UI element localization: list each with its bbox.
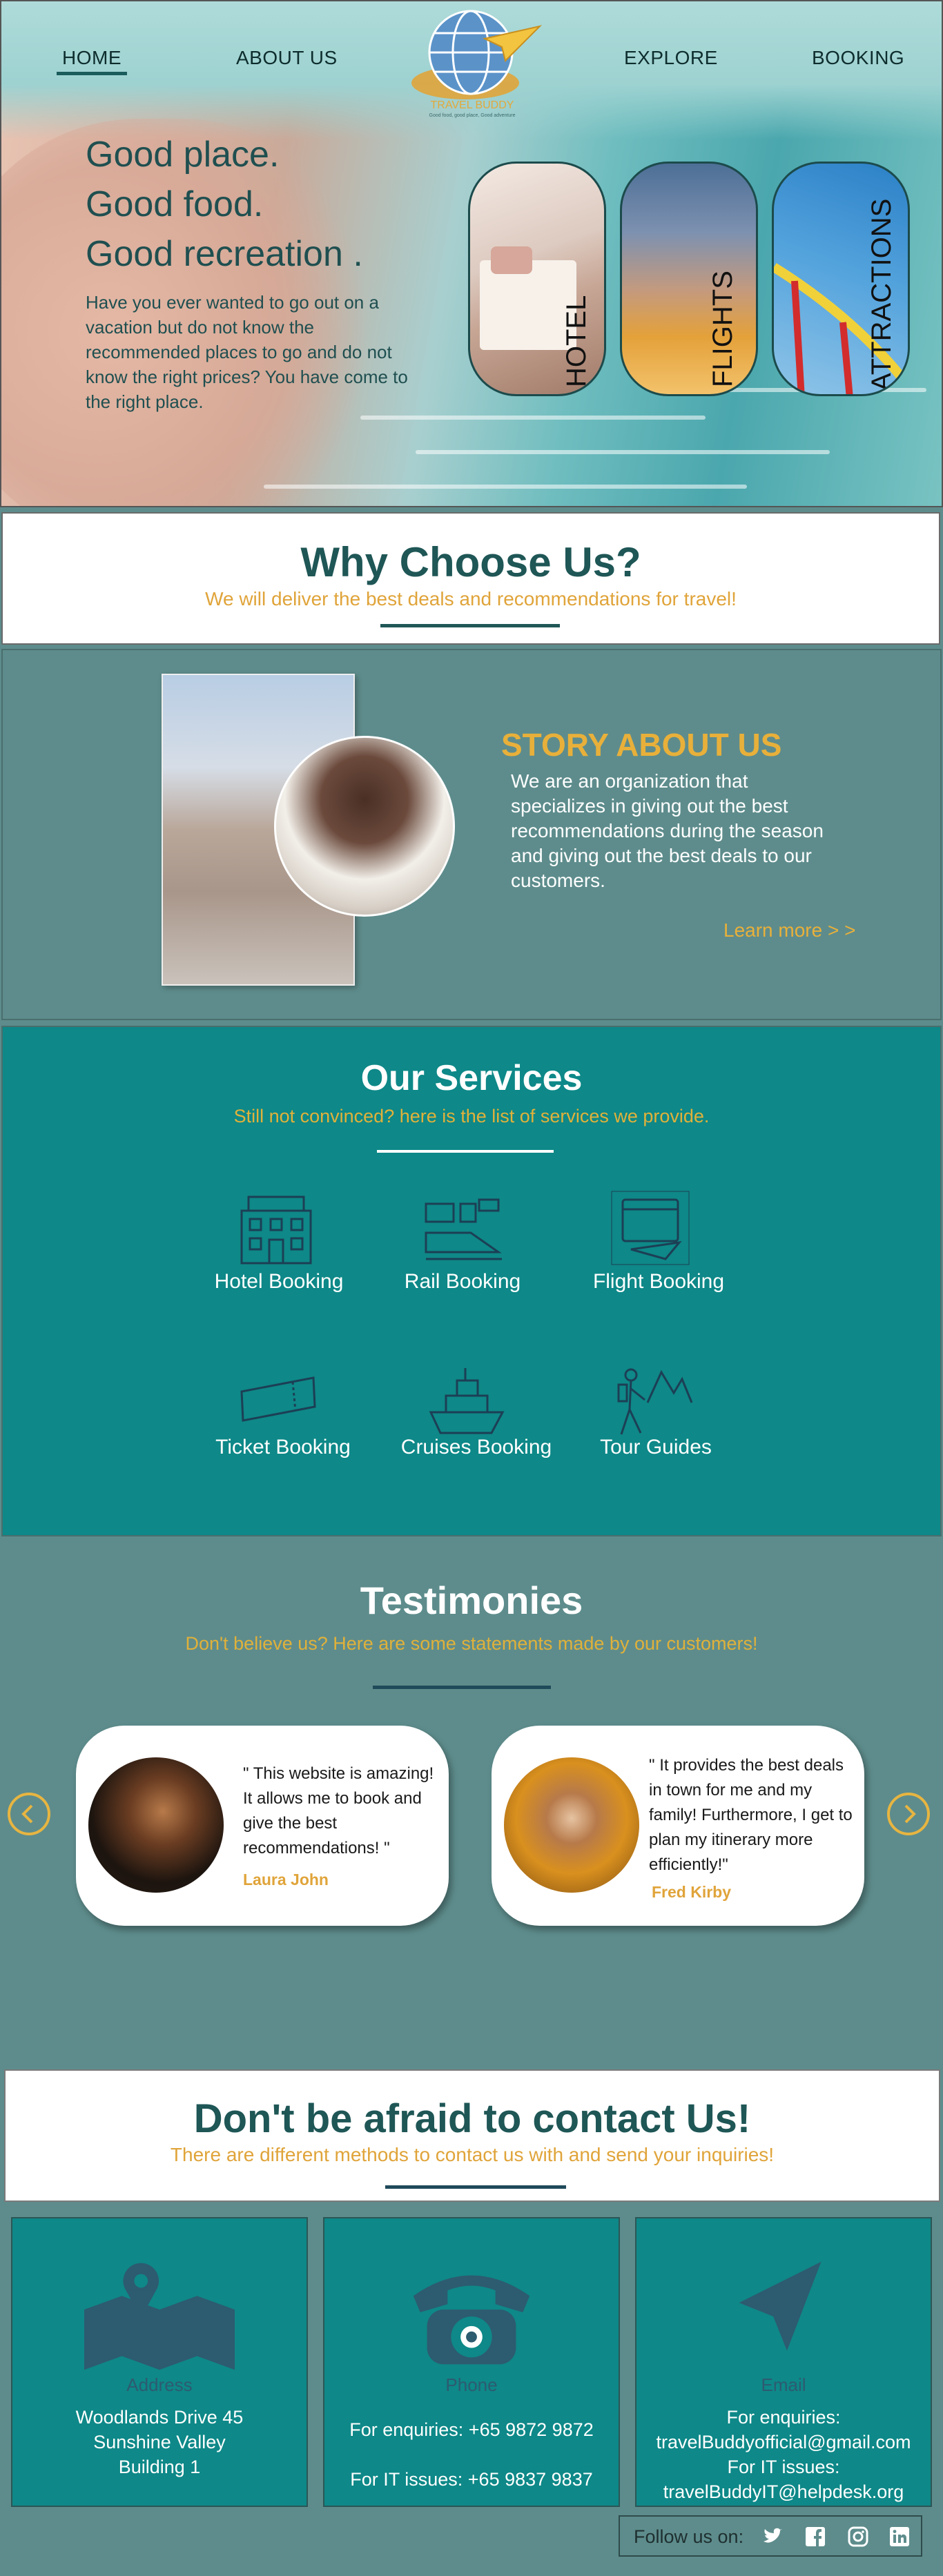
phone-label: Phone <box>445 2374 498 2395</box>
instagram-icon[interactable] <box>848 2526 868 2547</box>
phone-enquiries[interactable]: For enquiries: +65 9872 9872 <box>324 2417 619 2442</box>
nav-home-link[interactable]: HOME <box>62 47 121 69</box>
wave-line <box>360 416 706 420</box>
phone-box: Phone For enquiries: +65 9872 9872 For I… <box>323 2217 620 2507</box>
flights-card-label: FLIGHTS <box>708 271 738 387</box>
carousel-prev-button[interactable] <box>7 1792 51 1836</box>
wave-line <box>416 450 830 454</box>
email-line: For enquiries: <box>726 2407 841 2428</box>
customer-photo <box>88 1757 224 1893</box>
email-line: For IT issues: <box>727 2457 840 2477</box>
logo-tagline: Good food, good place, Good adventure <box>429 113 516 118</box>
why-choose-us-section: Why Choose Us? We will deliver the best … <box>1 512 940 645</box>
service-label-rail[interactable]: Rail Booking <box>373 1270 552 1294</box>
follow-us-bar: Follow us on: <box>619 2515 922 2557</box>
hotel-card-label: HOTEL <box>561 295 592 387</box>
testimonies-section: Testimonies Don't believe us? Here are s… <box>0 1541 943 2065</box>
hotel-card[interactable]: HOTEL <box>468 162 606 396</box>
ticket-icon[interactable] <box>237 1364 320 1440</box>
follow-us-label: Follow us on: <box>634 2526 744 2547</box>
phone-icon <box>413 2275 530 2365</box>
pillow-image <box>491 246 532 274</box>
facebook-icon[interactable] <box>805 2526 826 2547</box>
hero-heading-line-1: Good place. <box>86 135 280 175</box>
twitter-icon[interactable] <box>762 2526 783 2547</box>
hero-section: HOME ABOUT US EXPLORE BOOKING TRAVEL BUD… <box>0 0 943 507</box>
testimonial-card: " It provides the best deals in town for… <box>492 1726 864 1926</box>
address-line: Woodlands Drive 45 <box>75 2407 244 2428</box>
divider <box>377 1150 554 1153</box>
nav-about-link[interactable]: ABOUT US <box>236 47 338 69</box>
email-enquiries-address[interactable]: travelBuddyofficial@gmail.com <box>636 2430 931 2455</box>
hiker-icon[interactable] <box>610 1361 693 1437</box>
ship-icon[interactable] <box>425 1364 508 1440</box>
attractions-card-label: ATTRACTIONS <box>866 198 897 391</box>
wave-line <box>264 485 747 489</box>
service-label-cruises[interactable]: Cruises Booking <box>387 1436 566 1459</box>
services-title: Our Services <box>360 1058 583 1098</box>
flight-calendar-icon[interactable] <box>610 1190 693 1266</box>
flights-card[interactable]: FLIGHTS <box>620 162 758 396</box>
train-icon[interactable] <box>422 1190 505 1266</box>
contact-header: Don't be afraid to contact Us! There are… <box>4 2069 940 2202</box>
services-section: Our Services Still not convinced? here i… <box>1 1026 942 1536</box>
service-label-tour-guides[interactable]: Tour Guides <box>566 1436 746 1459</box>
why-title: Why Choose Us? <box>300 539 641 585</box>
email-box: Email For enquiries: travelBuddyofficial… <box>635 2217 932 2507</box>
attractions-card[interactable]: ATTRACTIONS <box>772 162 910 396</box>
map-pin-icon <box>84 2263 235 2370</box>
contact-subtitle: There are different methods to contact u… <box>170 2144 775 2165</box>
divider <box>373 1686 551 1689</box>
hero-heading-line-3: Good recreation . <box>86 234 363 274</box>
why-subtitle: We will deliver the best deals and recom… <box>205 588 737 609</box>
contact-title: Don't be afraid to contact Us! <box>193 2096 751 2141</box>
testimonial-card: " This website is amazing! It allows me … <box>76 1726 449 1926</box>
services-subtitle: Still not convinced? here is the list of… <box>233 1106 710 1126</box>
divider <box>385 2185 566 2189</box>
testimonies-title: Testimonies <box>360 1579 583 1622</box>
testimonial-quote: " This website is amazing! It allows me … <box>243 1764 434 1857</box>
learn-more-link[interactable]: Learn more > > <box>723 919 855 941</box>
testimonial-quote: " It provides the best deals in town for… <box>649 1756 853 1874</box>
smiling-woman-photo <box>274 736 455 917</box>
send-icon <box>739 2261 822 2351</box>
testimonial-author: Laura John <box>243 1871 329 1889</box>
phone-it-issues[interactable]: For IT issues: +65 9837 9837 <box>324 2467 619 2492</box>
story-paragraph: We are an organization that specializes … <box>511 770 824 891</box>
divider <box>380 624 560 627</box>
customer-photo <box>504 1757 639 1893</box>
address-label: Address <box>126 2374 193 2395</box>
hero-heading-line-2: Good food. <box>86 184 264 224</box>
service-label-flight[interactable]: Flight Booking <box>569 1270 748 1294</box>
address-line: Sunshine Valley <box>93 2432 226 2452</box>
email-it-address[interactable]: travelBuddyIT@helpdesk.org <box>636 2479 931 2504</box>
nav-booking-link[interactable]: BOOKING <box>812 47 904 69</box>
address-line: Building 1 <box>118 2457 201 2477</box>
story-title: STORY ABOUT US <box>501 727 782 763</box>
email-label: Email <box>761 2374 806 2395</box>
hotel-icon[interactable] <box>235 1190 318 1266</box>
service-label-hotel[interactable]: Hotel Booking <box>189 1270 369 1294</box>
testimonial-author: Fred Kirby <box>652 1883 732 1901</box>
service-label-ticket[interactable]: Ticket Booking <box>193 1436 373 1459</box>
nav-active-underline <box>57 72 127 75</box>
carousel-next-button[interactable] <box>886 1792 931 1836</box>
story-section: STORY ABOUT US We are an organization th… <box>1 649 942 1020</box>
address-box: Address Woodlands Drive 45 Sunshine Vall… <box>11 2217 308 2507</box>
nav-explore-link[interactable]: EXPLORE <box>624 47 718 69</box>
hero-paragraph: Have you ever wanted to go out on a vaca… <box>86 292 408 412</box>
testimonies-subtitle: Don't believe us? Here are some statemen… <box>185 1633 758 1654</box>
linkedin-icon[interactable] <box>889 2526 910 2547</box>
logo-text: TRAVEL BUDDY <box>430 99 514 111</box>
